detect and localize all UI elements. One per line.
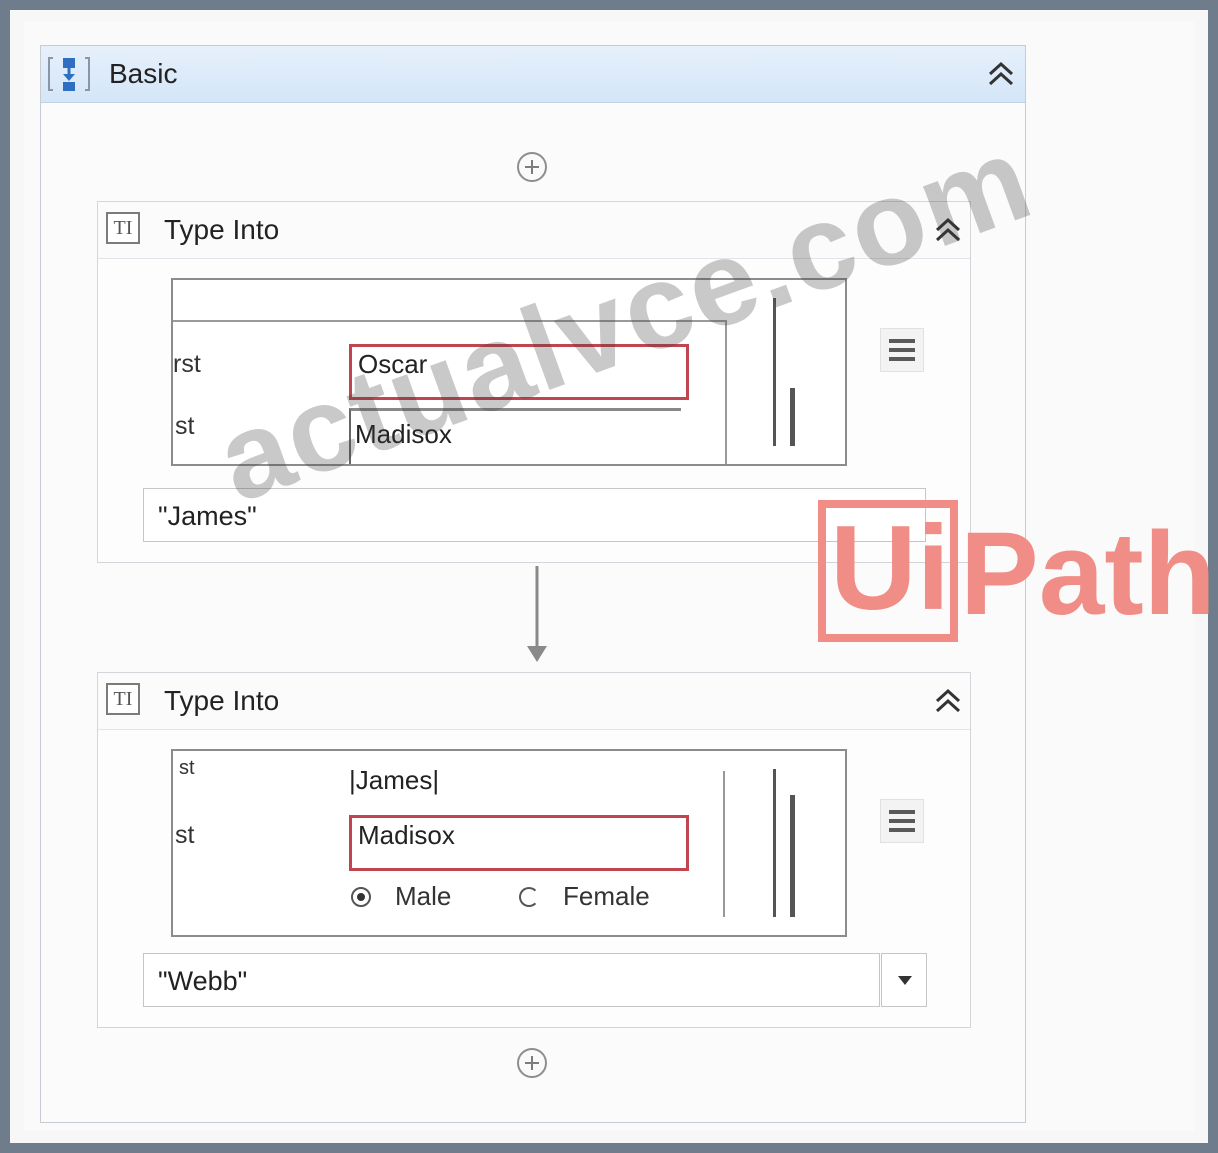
preview-scrollbar-track bbox=[773, 769, 776, 917]
type-into-icon: TI bbox=[106, 683, 140, 715]
text-input-field[interactable]: "Webb" bbox=[143, 953, 880, 1007]
uipath-logo-path: Path bbox=[960, 508, 1216, 640]
sequence-title: Basic bbox=[109, 58, 178, 89]
uipath-logo-ui: Ui bbox=[818, 500, 958, 642]
collapse-activity-icon[interactable] bbox=[932, 685, 964, 717]
preview-scrollbar-thumb bbox=[790, 388, 795, 446]
add-activity-top-button[interactable] bbox=[517, 152, 547, 182]
sequence-header[interactable]: Basic bbox=[41, 46, 1025, 103]
menu-icon[interactable] bbox=[880, 799, 924, 843]
flow-arrow-icon bbox=[527, 566, 547, 662]
preview-field-first: |James| bbox=[349, 765, 440, 795]
preview-divider bbox=[723, 771, 725, 917]
preview-label-last: st bbox=[175, 412, 195, 440]
add-activity-bottom-button[interactable] bbox=[517, 1048, 547, 1078]
preview-label-first: st bbox=[179, 757, 195, 779]
preview-label-first: rst bbox=[173, 350, 201, 378]
activity-header[interactable]: TI Type Into bbox=[98, 673, 970, 730]
activity-title: Type Into bbox=[164, 214, 280, 245]
radio-female-label: Female bbox=[563, 881, 650, 911]
preview-scrollbar-thumb bbox=[790, 795, 795, 917]
type-into-activity-2[interactable]: TI Type Into st |James| st Madisox Male … bbox=[97, 672, 971, 1028]
activity-title: Type Into bbox=[164, 685, 280, 716]
radio-male-icon bbox=[351, 887, 371, 907]
collapse-sequence-icon[interactable] bbox=[985, 58, 1017, 90]
preview-label-last: st bbox=[175, 821, 195, 849]
dropdown-arrow-icon[interactable] bbox=[881, 953, 927, 1007]
sequence-icon bbox=[48, 57, 90, 91]
radio-male-label: Male bbox=[395, 881, 452, 911]
type-into-icon: TI bbox=[106, 212, 140, 244]
element-screenshot-preview[interactable]: st |James| st Madisox Male Female bbox=[171, 749, 847, 937]
preview-highlighted-field: Madisox bbox=[349, 815, 689, 871]
radio-female-icon bbox=[519, 887, 539, 907]
menu-icon[interactable] bbox=[880, 328, 924, 372]
